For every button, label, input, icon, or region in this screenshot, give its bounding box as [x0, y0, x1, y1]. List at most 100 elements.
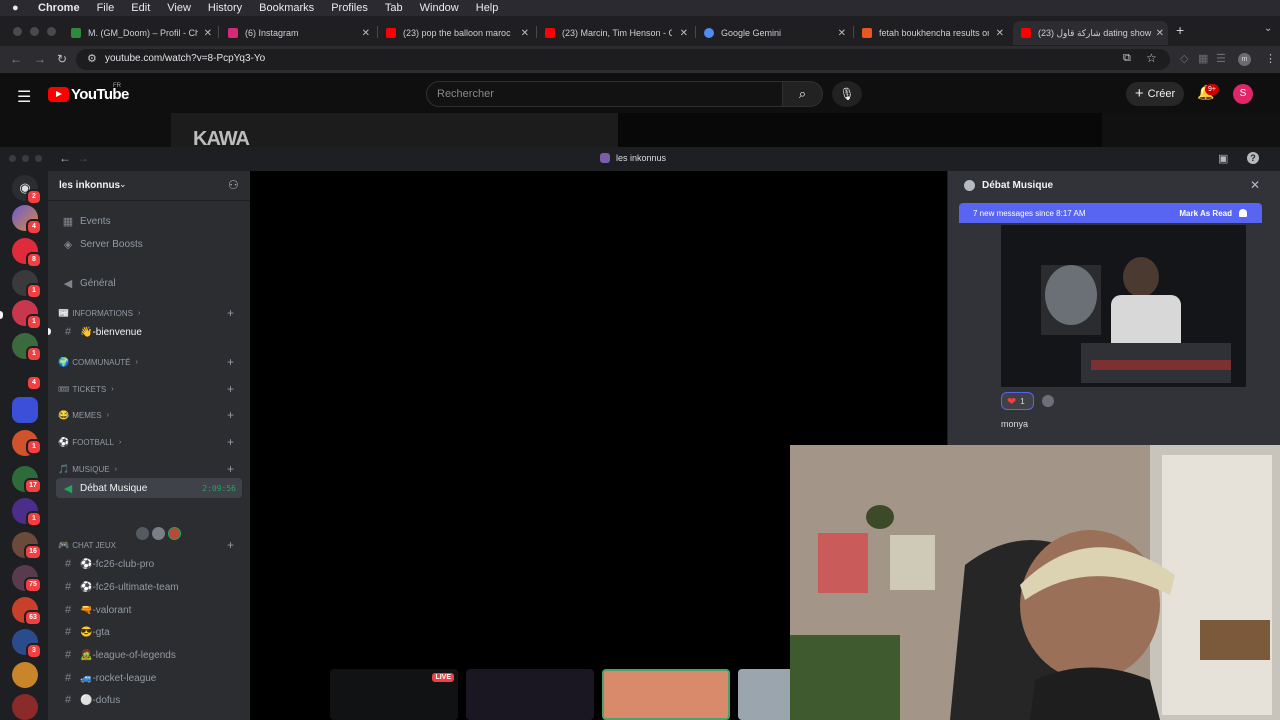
stream-tile[interactable]: [738, 669, 798, 720]
channel-dofus[interactable]: # ⚪-dofus: [56, 690, 242, 710]
browser-menu-icon[interactable]: ⋮: [1265, 52, 1276, 65]
new-messages-bar[interactable]: 7 new messages since 8:17 AM Mark As Rea…: [959, 203, 1262, 223]
tab-close-icon[interactable]: ✕: [680, 28, 688, 39]
window-close-button[interactable]: [13, 27, 22, 36]
discord-zoom-button[interactable]: [35, 155, 42, 162]
youtube-logo-icon[interactable]: [48, 87, 69, 102]
reload-button[interactable]: ↻: [57, 52, 67, 66]
stream-tile[interactable]: [466, 669, 594, 720]
voice-search-button[interactable]: 🎙: [832, 81, 862, 107]
create-channel-icon[interactable]: +: [227, 382, 234, 396]
browser-tab[interactable]: Google Gemini ✕: [704, 21, 846, 45]
forward-button[interactable]: →: [34, 52, 46, 66]
window-minimize-button[interactable]: [30, 27, 39, 36]
search-input[interactable]: Rechercher: [426, 81, 783, 107]
category-football[interactable]: ⚽ FOOTBALL › +: [58, 435, 244, 449]
browser-tab[interactable]: M. (GM_Doom) – Profil - Che ✕: [71, 21, 212, 45]
bookmark-star-icon[interactable]: ☆: [1146, 51, 1157, 65]
create-channel-icon[interactable]: +: [227, 306, 234, 320]
mark-as-read-button[interactable]: Mark As Read: [1179, 209, 1232, 218]
create-channel-icon[interactable]: +: [227, 538, 234, 552]
browser-tab[interactable]: (23) pop the balloon maroc - ✕: [386, 21, 529, 45]
back-arrow-icon[interactable]: ←: [59, 151, 71, 165]
browser-tab[interactable]: (23) Marcin, Tim Henson - Cl ✕: [545, 21, 688, 45]
discord-minimize-button[interactable]: [22, 155, 29, 162]
add-reaction-icon[interactable]: [1042, 395, 1054, 407]
extension-icon[interactable]: ▦: [1198, 52, 1208, 65]
menu-help[interactable]: Help: [476, 2, 499, 14]
close-icon[interactable]: ✕: [1250, 178, 1260, 192]
create-channel-icon[interactable]: +: [227, 408, 234, 422]
address-bar[interactable]: ⚙ youtube.com/watch?v=8-PcpYq3-Yo ⧉ ☆: [76, 49, 1170, 70]
tab-close-icon[interactable]: ✕: [362, 28, 370, 39]
channel-fc26-ultimate-team[interactable]: # ⚽-fc26-ultimate-team: [56, 577, 242, 597]
create-channel-icon[interactable]: +: [227, 462, 234, 476]
channel-general[interactable]: ◀ Général: [56, 273, 242, 293]
tab-close-icon[interactable]: ✕: [1156, 28, 1164, 39]
channel-server-boosts[interactable]: ◈ Server Boosts: [56, 234, 242, 254]
menu-file[interactable]: File: [97, 2, 115, 14]
category-memes[interactable]: 😂 MEMES › +: [58, 408, 244, 422]
apple-icon[interactable]: ●: [12, 2, 24, 14]
extension-icon[interactable]: ☰: [1216, 52, 1226, 65]
category-communaute[interactable]: 🌍 COMMUNAUTÉ › +: [58, 355, 244, 369]
window-zoom-button[interactable]: [47, 27, 56, 36]
help-icon[interactable]: ?: [1247, 152, 1259, 164]
install-app-icon[interactable]: ⧉: [1123, 52, 1131, 65]
browser-tab[interactable]: fetah boukhencha results on ✕: [862, 21, 1004, 45]
inbox-icon[interactable]: ▣: [1218, 152, 1228, 165]
menu-view[interactable]: View: [167, 2, 191, 14]
menu-window[interactable]: Window: [420, 2, 459, 14]
server-icon[interactable]: [12, 662, 38, 688]
tab-close-icon[interactable]: ✕: [996, 28, 1004, 39]
menu-edit[interactable]: Edit: [131, 2, 150, 14]
account-avatar[interactable]: S: [1233, 84, 1253, 104]
heart-reaction[interactable]: ❤ 1: [1001, 392, 1034, 410]
search-button[interactable]: ⌕: [783, 81, 823, 107]
site-info-icon[interactable]: ⚙: [87, 52, 97, 65]
invite-people-icon[interactable]: ⚇: [228, 178, 239, 192]
message-image[interactable]: [1001, 225, 1246, 387]
message-author[interactable]: monya: [1001, 419, 1028, 429]
channel-fc26-club-pro[interactable]: # ⚽-fc26-club-pro: [56, 554, 242, 574]
voice-channel-debat-musique[interactable]: ◀ Débat Musique 2:09:56: [56, 478, 242, 498]
create-channel-icon[interactable]: +: [227, 435, 234, 449]
channel-rocket-league[interactable]: # 🚙-rocket-league: [56, 668, 242, 688]
url-text[interactable]: youtube.com/watch?v=8-PcpYq3-Yo: [105, 53, 265, 64]
extension-icon[interactable]: ◇: [1180, 52, 1188, 65]
menu-profiles[interactable]: Profiles: [331, 2, 368, 14]
tab-close-icon[interactable]: ✕: [838, 28, 846, 39]
channel-league-of-legends[interactable]: # 🧟-league-of-legends: [56, 645, 242, 665]
channel-gta[interactable]: # 😎-gta: [56, 622, 242, 642]
menu-bookmarks[interactable]: Bookmarks: [259, 2, 314, 14]
discord-close-button[interactable]: [9, 155, 16, 162]
stream-tile-selected[interactable]: [602, 669, 730, 720]
category-musique[interactable]: 🎵 MUSIQUE › +: [58, 462, 244, 476]
channel-bienvenue[interactable]: # 👋-bienvenue: [56, 322, 242, 342]
server-icon[interactable]: [12, 397, 38, 423]
server-icon[interactable]: [12, 694, 38, 720]
new-tab-button[interactable]: +: [1176, 22, 1184, 38]
category-informations[interactable]: 📰 INFORMATIONS › +: [58, 306, 244, 320]
profile-avatar[interactable]: m: [1238, 53, 1251, 66]
category-tickets[interactable]: 🎟 TICKETS › +: [58, 382, 244, 396]
create-button[interactable]: + Créer: [1126, 82, 1184, 106]
channel-valorant[interactable]: # 🔫-valorant: [56, 600, 242, 620]
channel-events[interactable]: ▦ Events: [56, 211, 242, 231]
menu-history[interactable]: History: [208, 2, 242, 14]
tab-search-chevron-icon[interactable]: ⌄: [1264, 23, 1272, 34]
server-header[interactable]: les inkonnus ⌄ ⚇: [48, 171, 250, 201]
menu-icon[interactable]: ☰: [17, 87, 31, 107]
category-emoji: 🎟: [58, 383, 70, 394]
tab-close-icon[interactable]: ✕: [521, 28, 529, 39]
forward-arrow-icon[interactable]: →: [77, 151, 89, 165]
tab-close-icon[interactable]: ✕: [204, 28, 212, 39]
stream-tile[interactable]: LIVE: [330, 669, 458, 720]
category-chat-jeux[interactable]: 🎮 CHAT JEUX +: [58, 538, 244, 552]
browser-tab-active[interactable]: (23) شاركة قاول dating show ✕: [1013, 21, 1168, 45]
browser-tab[interactable]: (6) Instagram ✕: [228, 21, 370, 45]
menu-tab[interactable]: Tab: [385, 2, 403, 14]
menu-app[interactable]: Chrome: [38, 2, 80, 14]
back-button[interactable]: ←: [10, 52, 22, 66]
create-channel-icon[interactable]: +: [227, 355, 234, 369]
